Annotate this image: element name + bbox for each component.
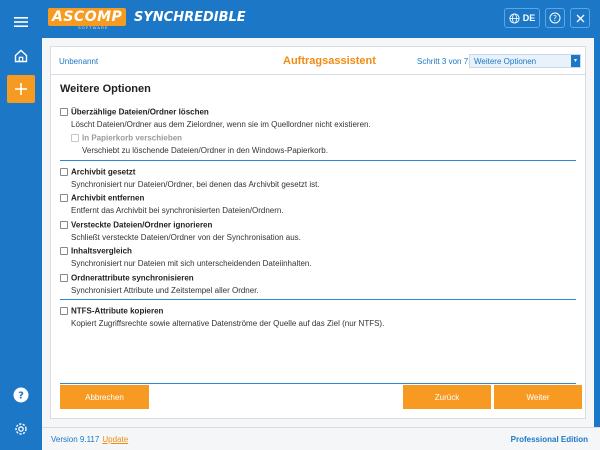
option-content-compare[interactable]: Inhaltsvergleich [60,246,132,255]
option-archive-set[interactable]: Archivbit gesetzt [60,167,135,176]
option-label: Inhaltsvergleich [71,246,132,256]
main-area: Unbenannt Auftragsassistent Schritt 3 vo… [42,38,594,427]
option-desc: Kopiert Zugriffsrechte sowie alternative… [71,319,385,328]
option-label: Versteckte Dateien/Ordner ignorieren [71,220,213,230]
ascomp-logo: ASCOMP SOFTWARE [48,6,126,30]
logo-text: ASCOMP [52,9,123,25]
option-desc: Schließt versteckte Dateien/Ordner von d… [71,233,301,242]
help-circle-icon: ? [549,12,561,24]
cancel-button[interactable]: Abbrechen [60,385,149,409]
update-link[interactable]: Update [102,435,128,444]
checkbox[interactable] [60,193,68,202]
checkbox [71,133,79,142]
svg-text:?: ? [18,391,24,402]
option-desc: Entfernt das Archivbit bei synchronisier… [71,206,284,215]
checkbox[interactable] [60,273,68,282]
option-ignore-hidden[interactable]: Versteckte Dateien/Ordner ignorieren [60,220,212,229]
option-label: Ordnerattribute synchronisieren [71,273,194,283]
checkbox[interactable] [60,107,68,116]
close-icon [576,14,584,22]
version-number: Version 9.117 [51,435,100,444]
language-label: DE [522,13,536,23]
divider [60,160,576,161]
divider [60,383,576,384]
help-icon[interactable]: ? [7,381,35,409]
section-title: Weitere Optionen [60,83,151,95]
checkbox[interactable] [60,306,68,315]
step-indicator: Schritt 3 von 7: [417,57,471,66]
option-desc: Synchronisiert Attribute und Zeitstempel… [71,286,259,295]
step-select-value: Weitere Optionen [474,57,537,66]
app-header: ASCOMP SOFTWARE SYNCHREDIBLE DE ? [42,0,600,38]
option-desc: Synchronisiert nur Dateien mit sich unte… [71,259,312,268]
option-label: Archivbit gesetzt [71,167,136,177]
option-delete-extra[interactable]: Überzählige Dateien/Ordner löschen [60,107,209,116]
step-select[interactable]: Weitere Optionen ▾ [469,54,581,68]
option-archive-remove[interactable]: Archivbit entfernen [60,193,144,202]
wizard-card: Unbenannt Auftragsassistent Schritt 3 vo… [50,46,586,419]
option-label: In Papierkorb verschieben [82,133,183,143]
option-label: Archivbit entfernen [71,193,145,203]
add-icon[interactable] [7,75,35,103]
language-button[interactable]: DE [504,8,540,28]
edition-label: Professional Edition [510,435,588,444]
logo-subtext: SOFTWARE [78,25,109,30]
option-folder-attributes[interactable]: Ordnerattribute synchronisieren [60,273,194,282]
wizard-topbar: Unbenannt Auftragsassistent Schritt 3 vo… [51,47,585,75]
divider [60,299,576,300]
back-button[interactable]: Zurück [403,385,491,409]
gear-icon[interactable] [7,415,35,443]
sidebar: ? [0,0,42,450]
wizard-title: Auftragsassistent [283,55,376,67]
checkbox[interactable] [60,220,68,229]
option-desc: Löscht Dateien/Ordner aus dem Zielordner… [71,120,371,129]
option-desc: Verschiebt zu löschende Dateien/Ordner i… [82,146,328,155]
checkbox[interactable] [60,246,68,255]
option-desc: Synchronisiert nur Dateien/Ordner, bei d… [71,180,320,189]
help-button[interactable]: ? [545,8,565,28]
app-name: SYNCHREDIBLE [134,10,246,25]
option-label: Überzählige Dateien/Ordner löschen [71,107,209,117]
svg-text:?: ? [553,14,557,23]
option-ntfs-attributes[interactable]: NTFS-Attribute kopieren [60,306,163,315]
version-text: Version 9.117 Update [51,435,128,444]
menu-icon[interactable] [7,8,35,36]
checkbox[interactable] [60,167,68,176]
job-name: Unbenannt [59,57,99,66]
home-icon[interactable] [7,42,35,70]
close-button[interactable] [570,8,590,28]
globe-icon [509,12,520,24]
status-footer: Version 9.117 Update Professional Edition [42,427,600,450]
option-label: NTFS-Attribute kopieren [71,306,164,316]
option-recycle-bin: In Papierkorb verschieben [71,133,182,142]
next-button[interactable]: Weiter [494,385,582,409]
dropdown-arrow-icon: ▾ [571,55,580,67]
